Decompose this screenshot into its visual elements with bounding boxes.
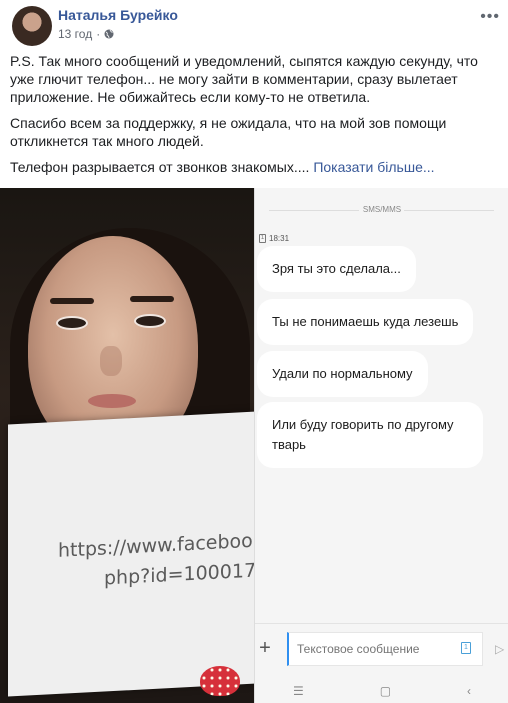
post-paragraph: Спасибо всем за поддержку, я не ожидала,… xyxy=(10,115,447,149)
sim-icon: 1 xyxy=(259,234,266,243)
mouth-shape xyxy=(88,394,136,408)
message-bubble: Зря ты это сделала... xyxy=(257,246,416,292)
send-icon[interactable]: ▷ xyxy=(495,642,504,656)
selfie-photo[interactable]: https://www.faceboo php?id=1000172 xyxy=(0,188,254,703)
sign-url-line: https://www.faceboo xyxy=(58,529,253,562)
post-time[interactable]: 13 год xyxy=(58,27,92,41)
post-text: P.S. Так много сообщений и уведомлений, … xyxy=(10,52,498,184)
post-meta: 13 год · xyxy=(58,27,114,41)
left-eyebrow xyxy=(50,298,94,304)
home-icon[interactable]: ▢ xyxy=(380,684,391,698)
post-paragraph: P.S. Так много сообщений и уведомлений, … xyxy=(10,53,478,105)
message-time: 1 18:31 xyxy=(259,234,289,243)
sign-id-line: php?id=1000172 xyxy=(104,558,254,590)
dot-separator: · xyxy=(96,27,101,41)
message-composer: + 1 ▷ xyxy=(255,623,508,673)
paper-sign: https://www.faceboo php?id=1000172 xyxy=(8,411,254,697)
sim-select-icon[interactable]: 1 xyxy=(461,642,471,654)
back-icon[interactable]: ‹ xyxy=(467,684,471,698)
left-eye xyxy=(56,316,88,330)
message-bubble: Ты не понимаешь куда лезешь xyxy=(257,299,474,345)
post-paragraph-last: Телефон разрывается от звонков знакомых.… xyxy=(10,158,498,176)
message-bubble: Удали по нормальному xyxy=(257,351,428,397)
author-name[interactable]: Наталья Бурейко xyxy=(58,7,178,23)
right-eyebrow xyxy=(130,296,174,302)
sms-screenshot[interactable]: SMS/MMS 1 18:31 Зря ты это сделала... Ты… xyxy=(254,188,508,703)
globe-icon xyxy=(104,29,114,39)
avatar[interactable] xyxy=(12,6,52,46)
divider xyxy=(404,210,494,211)
time-text: 18:31 xyxy=(269,234,290,243)
menu-icon[interactable]: ☰ xyxy=(293,684,304,698)
plus-icon[interactable]: + xyxy=(255,630,275,666)
android-nav-bar: ☰ ▢ ‹ xyxy=(255,678,508,703)
post-header: Наталья Бурейко 13 год · ••• xyxy=(0,0,508,50)
post-media[interactable]: https://www.faceboo php?id=1000172 SMS/M… xyxy=(0,188,508,703)
message-input[interactable] xyxy=(287,632,483,666)
see-more-link[interactable]: Показати більше... xyxy=(313,159,434,175)
post-last-line: Телефон разрывается от звонков знакомых.… xyxy=(10,159,310,175)
strawberry-decoration xyxy=(200,666,240,696)
nose-shape xyxy=(100,346,122,376)
more-options-button[interactable]: ••• xyxy=(480,8,500,26)
message-bubble: Или буду говорить по другому тварь xyxy=(257,402,483,468)
right-eye xyxy=(134,314,166,328)
